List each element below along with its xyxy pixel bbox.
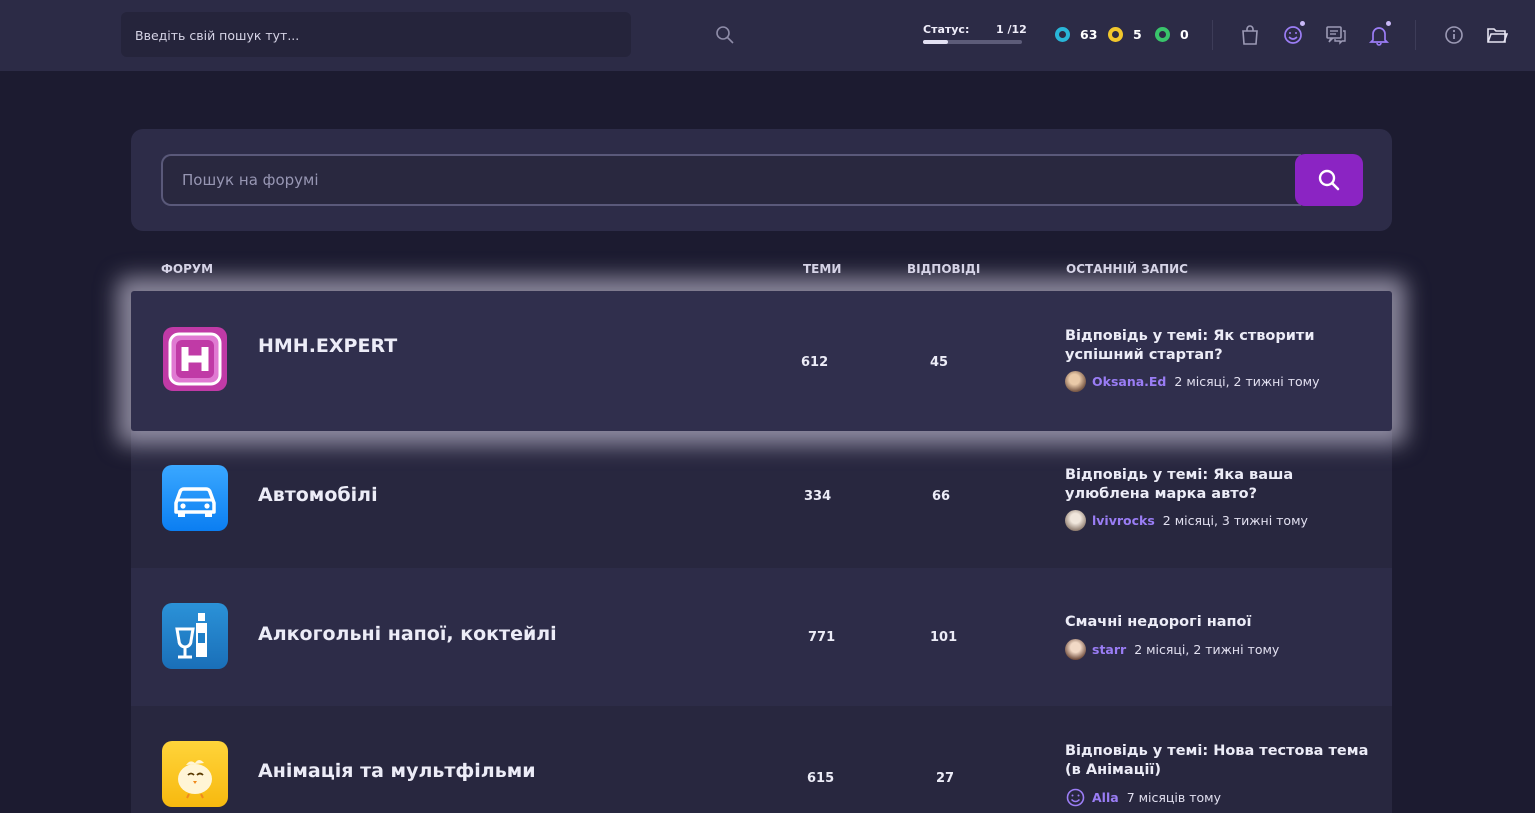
global-search-input[interactable] — [135, 25, 575, 45]
forum-title[interactable]: HMH.EXPERT — [258, 335, 397, 357]
forum-title[interactable]: Анімація та мультфільми — [258, 760, 536, 782]
last-post-time: 2 місяці, 2 тижні тому — [1174, 374, 1320, 389]
forum-search-input[interactable] — [161, 154, 1301, 206]
forum-search-button[interactable] — [1295, 154, 1363, 206]
forum-topics-count: 334 — [804, 489, 832, 504]
column-header-last-post: ОСТАННІЙ ЗАПИС — [1066, 262, 1188, 276]
last-post-time: 2 місяці, 2 тижні тому — [1134, 642, 1280, 657]
search-icon[interactable] — [715, 25, 735, 45]
status-label: Статус: — [923, 23, 970, 36]
last-post-user[interactable]: Oksana.Ed — [1092, 374, 1166, 389]
forum-replies-count: 66 — [932, 489, 951, 504]
last-post-time: 2 місяці, 3 тижні тому — [1162, 513, 1308, 528]
global-search — [121, 12, 734, 57]
last-post-user[interactable]: Alla — [1092, 790, 1119, 805]
avatar[interactable] — [1065, 371, 1086, 392]
bottle-glass-icon — [162, 603, 228, 669]
column-header-topics: ТЕМИ — [803, 262, 842, 276]
forum-row[interactable]: Анімація та мультфільми 615 27 Відповідь… — [131, 706, 1392, 813]
folder-icon[interactable] — [1486, 24, 1508, 46]
last-post-title[interactable]: Відповідь у темі: Нова тестова тема (в А… — [1065, 742, 1375, 780]
blue-points-value: 63 — [1080, 27, 1098, 42]
green-points-icon — [1155, 27, 1170, 42]
last-post-title[interactable]: Відповідь у темі: Яка ваша улюблена марк… — [1065, 466, 1375, 504]
status-progress-fill — [923, 40, 948, 44]
car-icon — [162, 465, 228, 531]
forum-title[interactable]: Алкогольні напої, коктейлі — [258, 623, 557, 645]
last-post-title[interactable]: Відповідь у темі: Як створити успішний с… — [1065, 327, 1375, 365]
status-progress-bar — [923, 40, 1022, 44]
last-post-meta: Oksana.Ed 2 місяці, 2 тижні тому — [1065, 371, 1320, 392]
smile-icon[interactable] — [1065, 787, 1086, 808]
forum-row[interactable]: Автомобілі 334 66 Відповідь у темі: Яка … — [131, 431, 1392, 568]
column-header-replies: ВІДПОВІДІ — [907, 262, 981, 276]
status-count: 1 /12 — [996, 23, 1027, 36]
forum-replies-count: 27 — [936, 771, 955, 786]
last-post-meta: Alla 7 місяців тому — [1065, 787, 1221, 808]
notifications-bell-icon[interactable] — [1368, 24, 1390, 46]
smile-notification-dot — [1300, 21, 1305, 26]
divider — [1212, 20, 1213, 50]
forum-topics-count: 615 — [807, 771, 835, 786]
messages-icon[interactable] — [1325, 24, 1347, 46]
avatar[interactable] — [1065, 639, 1086, 660]
last-post-user[interactable]: lvivrocks — [1092, 513, 1155, 528]
forum-topics-count: 612 — [801, 355, 829, 370]
forum-title[interactable]: Автомобілі — [258, 484, 378, 506]
last-post-user[interactable]: starr — [1092, 642, 1126, 657]
last-post-title[interactable]: Смачні недорогі напої — [1065, 613, 1375, 632]
smile-icon[interactable] — [1282, 24, 1304, 46]
forum-row[interactable]: Алкогольні напої, коктейлі 771 101 Смачн… — [131, 568, 1392, 706]
info-icon[interactable] — [1443, 24, 1465, 46]
last-post-time: 7 місяців тому — [1126, 790, 1221, 805]
cartoon-chick-icon — [162, 741, 228, 807]
forum-replies-count: 45 — [930, 355, 949, 370]
forum-replies-count: 101 — [930, 630, 958, 645]
column-header-forum: ФОРУМ — [161, 262, 214, 276]
forum-row[interactable]: HMH.EXPERT 612 45 Відповідь у темі: Як с… — [131, 291, 1392, 431]
last-post-meta: lvivrocks 2 місяці, 3 тижні тому — [1065, 510, 1308, 531]
green-points-value: 0 — [1180, 27, 1189, 42]
yellow-points-icon — [1108, 27, 1123, 42]
forum-topics-count: 771 — [808, 630, 836, 645]
blue-points-icon — [1055, 27, 1070, 42]
bell-notification-dot — [1386, 21, 1391, 26]
top-bar: Статус: 1 /12 63 5 0 — [0, 0, 1535, 71]
shop-bag-icon[interactable] — [1239, 24, 1261, 46]
avatar[interactable] — [1065, 510, 1086, 531]
search-icon — [1318, 169, 1340, 191]
last-post-meta: starr 2 місяці, 2 тижні тому — [1065, 639, 1279, 660]
yellow-points-value: 5 — [1133, 27, 1142, 42]
hmh-logo-icon — [163, 327, 227, 391]
divider — [1415, 20, 1416, 50]
